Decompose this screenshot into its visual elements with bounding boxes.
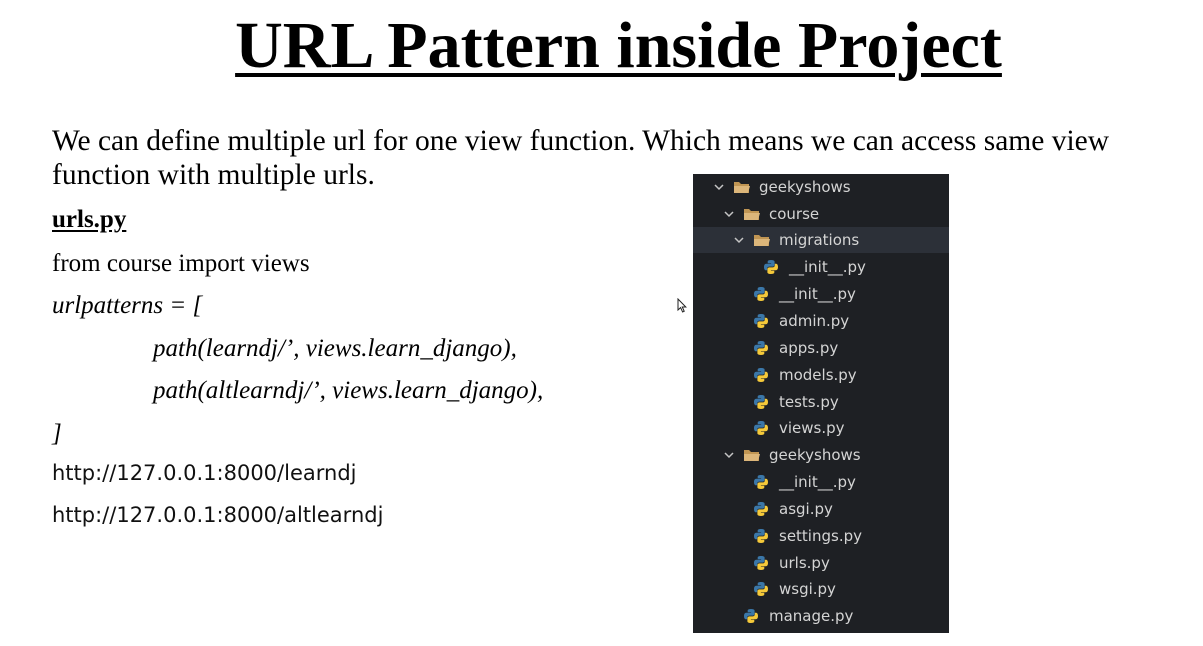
tree-file-asgi[interactable]: asgi.py xyxy=(693,496,949,522)
python-file-icon xyxy=(754,287,768,301)
tree-label: __init__.py xyxy=(779,473,856,491)
url-learndj: http://127.0.0.1:8000/learndj xyxy=(52,461,357,485)
folder-open-icon xyxy=(744,450,760,461)
python-file-icon xyxy=(754,421,768,435)
tree-file-manage[interactable]: manage.py xyxy=(693,603,949,629)
chevron-down-icon xyxy=(724,211,734,218)
code-line-path-learndj: path(learndj/’, views.learn_django), xyxy=(153,335,517,362)
tree-label: __init__.py xyxy=(779,285,856,303)
tree-file-migrations-init[interactable]: __init__.py xyxy=(693,254,949,280)
tree-file-models[interactable]: models.py xyxy=(693,362,949,388)
tree-file-project-init[interactable]: __init__.py xyxy=(693,469,949,495)
tree-file-urls[interactable]: urls.py xyxy=(693,550,949,576)
tree-label: wsgi.py xyxy=(779,580,836,598)
python-file-icon xyxy=(754,368,768,382)
tree-file-course-init[interactable]: __init__.py xyxy=(693,281,949,307)
python-file-icon xyxy=(754,395,768,409)
python-file-icon xyxy=(754,556,768,570)
chevron-down-icon xyxy=(734,237,744,244)
mouse-pointer-icon xyxy=(677,297,687,319)
code-line-path-altlearndj: path(altlearndj/’, views.learn_django), xyxy=(153,377,544,404)
tree-folder-course[interactable]: course xyxy=(693,201,949,227)
tree-label: views.py xyxy=(779,419,845,437)
code-line-close-bracket: ] xyxy=(52,420,62,447)
folder-open-icon xyxy=(754,235,770,246)
tree-label: admin.py xyxy=(779,312,850,330)
url-altlearndj: http://127.0.0.1:8000/altlearndj xyxy=(52,503,384,527)
tree-file-settings[interactable]: settings.py xyxy=(693,523,949,549)
slide-title-text: URL Pattern inside Project xyxy=(235,9,1002,82)
tree-label: geekyshows xyxy=(769,446,861,464)
python-file-icon xyxy=(754,475,768,489)
tree-label: models.py xyxy=(779,366,857,384)
folder-open-icon xyxy=(744,209,760,220)
tree-folder-geekyshows-root[interactable]: geekyshows xyxy=(693,174,949,200)
tree-file-tests[interactable]: tests.py xyxy=(693,389,949,415)
tree-label: tests.py xyxy=(779,393,839,411)
file-explorer-panel: geekyshows course migrations __init__.py… xyxy=(693,174,949,633)
python-file-icon xyxy=(744,609,758,623)
tree-folder-migrations[interactable]: migrations xyxy=(693,227,949,253)
tree-file-wsgi[interactable]: wsgi.py xyxy=(693,576,949,602)
tree-label: geekyshows xyxy=(759,178,851,196)
code-heading: urls.py xyxy=(52,206,127,233)
folder-open-icon xyxy=(734,182,750,193)
tree-label: apps.py xyxy=(779,339,839,357)
tree-folder-geekyshows-project[interactable]: geekyshows xyxy=(693,442,949,468)
python-file-icon xyxy=(754,529,768,543)
python-file-icon xyxy=(754,502,768,516)
tree-file-apps[interactable]: apps.py xyxy=(693,335,949,361)
tree-label: asgi.py xyxy=(779,500,833,518)
chevron-down-icon xyxy=(714,184,724,191)
python-file-icon xyxy=(764,260,778,274)
tree-label: __init__.py xyxy=(789,258,866,276)
intro-paragraph: We can define multiple url for one view … xyxy=(52,125,1110,191)
tree-file-admin[interactable]: admin.py xyxy=(693,308,949,334)
chevron-down-icon xyxy=(724,452,734,459)
slide-title: URL Pattern inside Project xyxy=(0,6,1203,86)
code-line-import: from course import views xyxy=(52,250,310,277)
python-file-icon xyxy=(754,582,768,596)
tree-file-views[interactable]: views.py xyxy=(693,415,949,441)
tree-label: settings.py xyxy=(779,527,862,545)
code-line-urlpatterns: urlpatterns = [ xyxy=(52,292,203,319)
tree-label: course xyxy=(769,205,820,223)
tree-label: manage.py xyxy=(769,607,854,625)
tree-label: migrations xyxy=(779,231,860,249)
python-file-icon xyxy=(754,341,768,355)
tree-label: urls.py xyxy=(779,554,830,572)
python-file-icon xyxy=(754,314,768,328)
